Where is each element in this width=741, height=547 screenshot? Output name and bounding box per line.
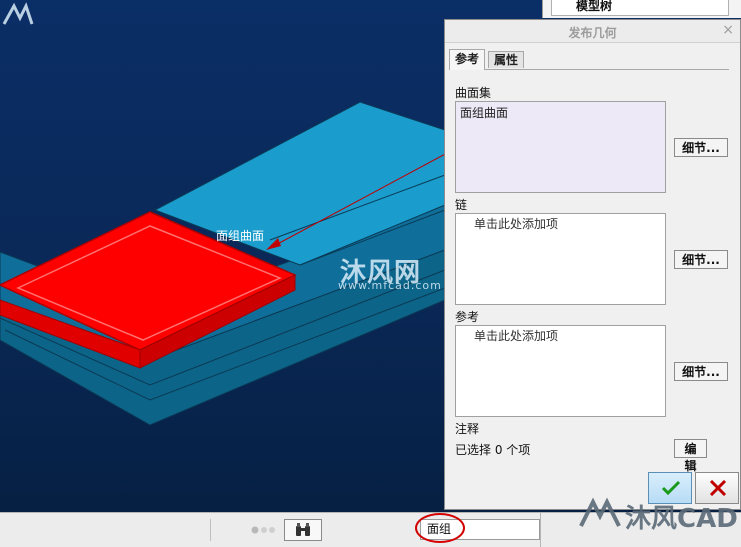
chain-details-button[interactable]: 细节... [674,250,728,269]
note-label: 注释 [455,422,480,436]
chain-add-hint[interactable]: 单击此处添加项 [474,215,558,232]
reference-details-button[interactable]: 细节... [674,362,728,381]
publish-geometry-dialog: 发布几何 × 参考 属性 曲面集 面组曲面 细节... 链 单击此处添加项 细节… [444,19,741,510]
brand-watermark-text: 沐风CAD [625,504,738,534]
model-tree-panel: 模型树 [542,0,741,18]
find-button[interactable] [284,519,322,541]
status-separator [210,519,211,541]
reference-collector[interactable]: 单击此处添加项 [455,325,666,417]
surface-set-collector[interactable]: 面组曲面 [455,101,666,193]
surface-set-entry[interactable]: 面组曲面 [460,104,508,121]
brand-watermark: 沐风CAD [575,488,741,546]
progress-dots-icon [251,526,275,534]
watermark-url: www.mfcad.com [338,279,442,292]
surface-set-label: 曲面集 [455,86,492,100]
reference-add-hint[interactable]: 单击此处添加项 [474,327,558,344]
tab-properties[interactable]: 属性 [488,51,525,68]
model-tree-title: 模型树 [576,0,613,13]
dialog-titlebar[interactable]: 发布几何 × [445,20,740,43]
status-separator-2 [540,513,541,547]
dialog-title: 发布几何 [568,26,617,40]
tab-reference[interactable]: 参考 [449,49,486,70]
chain-label: 链 [455,198,468,212]
selected-count-text: 已选择 0 个项 [455,443,531,457]
surface-set-details-button[interactable]: 细节... [674,138,728,157]
reference-label: 参考 [455,310,480,324]
annotation-circle [415,513,465,543]
binoculars-icon [296,523,310,536]
chain-collector[interactable]: 单击此处添加项 [455,213,666,305]
dialog-tabs: 参考 属性 [449,49,729,70]
edit-button[interactable]: 编辑 [674,439,707,473]
brand-logo-icon [579,497,621,527]
surface-callout-label: 面组曲面 [216,229,265,243]
close-icon[interactable]: × [722,22,734,38]
watermark-logo-icon [2,2,34,25]
